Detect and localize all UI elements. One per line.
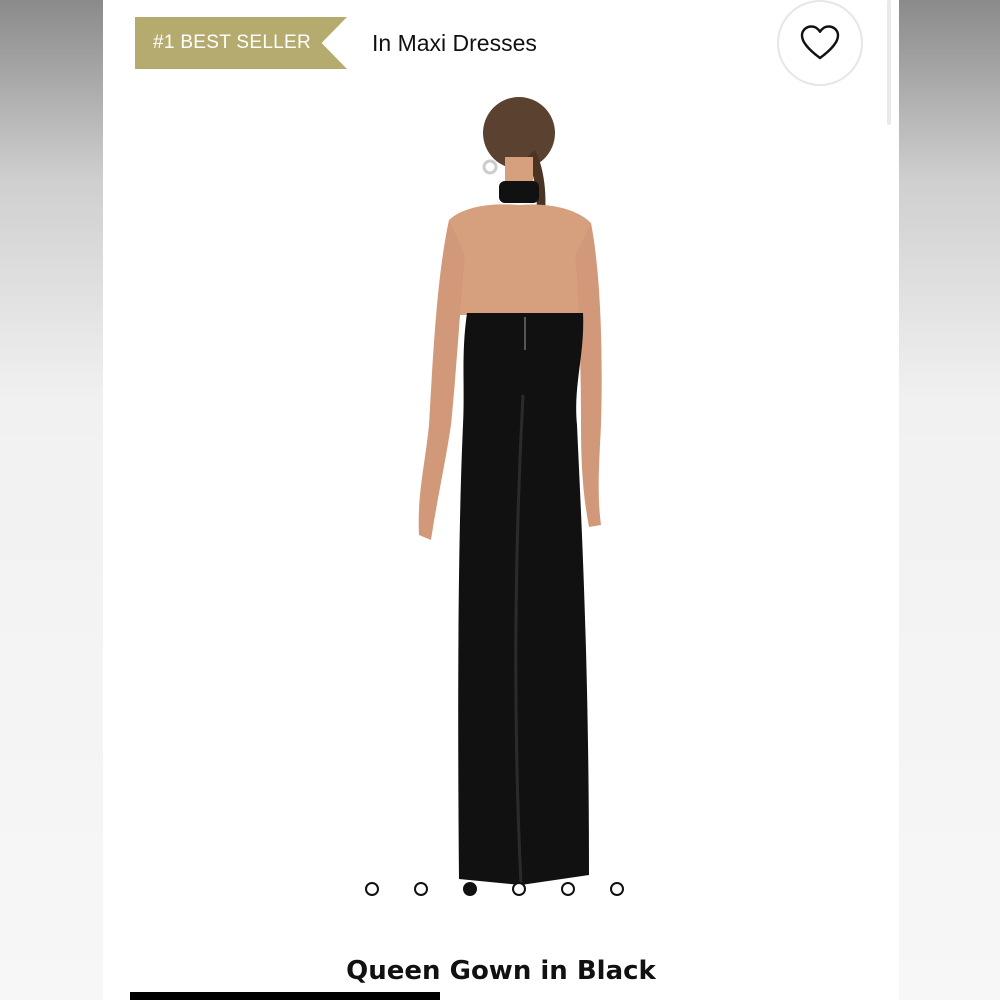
gallery-dot[interactable] xyxy=(561,882,575,896)
scrollbar[interactable] xyxy=(887,0,891,125)
gallery-dots xyxy=(365,882,624,896)
best-seller-label: #1 BEST SELLER xyxy=(153,32,312,53)
product-image[interactable] xyxy=(395,95,607,907)
gallery-dot[interactable] xyxy=(512,882,526,896)
promo-bar xyxy=(130,992,440,1000)
earring xyxy=(482,159,498,175)
cut-off-text xyxy=(460,994,660,1000)
category-link[interactable]: In Maxi Dresses xyxy=(372,30,537,57)
best-seller-badge: #1 BEST SELLER xyxy=(135,17,347,69)
gallery-dot[interactable] xyxy=(414,882,428,896)
heart-icon xyxy=(800,25,840,60)
gallery-dot[interactable] xyxy=(365,882,379,896)
favorite-button[interactable] xyxy=(777,0,863,86)
gallery-dot-active[interactable] xyxy=(463,882,477,896)
product-title: Queen Gown in Black xyxy=(346,956,656,986)
product-page: #1 BEST SELLER In Maxi Dresses Queen Gow… xyxy=(103,0,899,1000)
gallery-dot[interactable] xyxy=(610,882,624,896)
